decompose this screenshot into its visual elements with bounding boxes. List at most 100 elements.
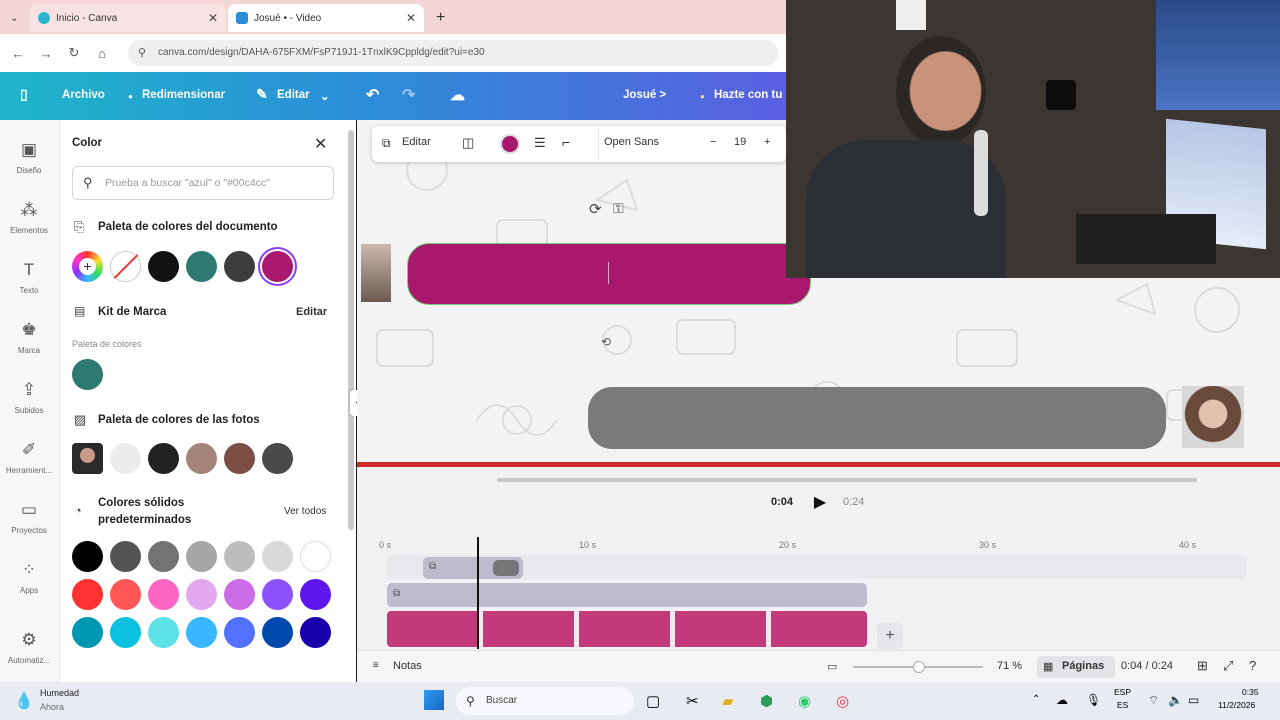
close-icon[interactable]: ✕ (314, 134, 327, 154)
redimensionar-button[interactable]: Redimensionar (142, 89, 225, 101)
solid-color-swatch[interactable] (110, 617, 141, 648)
sidebar-item-elementos[interactable]: ⁂ Elementos (0, 200, 58, 235)
undo-icon[interactable]: ↶ (366, 85, 379, 105)
grid-view-icon[interactable]: ⊞ (1197, 658, 1208, 674)
solid-color-swatch[interactable] (224, 579, 255, 610)
add-page-button[interactable]: + (877, 623, 903, 649)
corner-radius-icon[interactable]: ⌐ (562, 134, 570, 150)
cloud-sync-icon[interactable]: ☁ (450, 86, 465, 104)
solid-color-swatch[interactable] (72, 579, 103, 610)
sidebar-item-apps[interactable]: ⁘ Apps (0, 560, 58, 595)
transparent-swatch[interactable] (110, 251, 141, 282)
sidebar-toggle-icon[interactable]: ▯ (20, 86, 28, 103)
lock-icon[interactable]: ⚿ (613, 200, 624, 217)
background-clip[interactable]: ⧉ (387, 583, 867, 607)
avatar-left[interactable] (361, 244, 391, 302)
capcut-icon[interactable]: ✂ (686, 692, 699, 710)
sidebar-item-subidos[interactable]: ⇪ Subidos (0, 380, 58, 415)
brand-color-swatch[interactable] (72, 359, 103, 390)
language-indicator[interactable]: ESP (1114, 687, 1131, 697)
pink-message-bubble[interactable] (407, 243, 811, 305)
sidebar-item-marca[interactable]: ♚ Marca (0, 320, 58, 355)
chevron-up-icon[interactable]: ⌃ (1032, 694, 1040, 705)
flip-icon[interactable]: ◫ (462, 135, 474, 151)
font-size-decrease[interactable]: − (710, 136, 716, 148)
solid-color-swatch[interactable] (224, 617, 255, 648)
file-explorer-icon[interactable]: ▰ (722, 692, 734, 710)
solid-color-swatch[interactable] (262, 579, 293, 610)
panel-scrollbar[interactable] (348, 130, 354, 530)
solid-color-swatch[interactable] (72, 541, 103, 572)
upgrade-button[interactable]: Hazte con tu (714, 89, 782, 101)
home-icon[interactable]: ⌂ (88, 46, 116, 61)
solid-color-swatch[interactable] (148, 617, 179, 648)
tab-video[interactable]: Josué • - Video ✕ (228, 4, 424, 32)
back-icon[interactable]: ← (4, 46, 32, 61)
taskbar-search[interactable] (456, 687, 634, 715)
fit-icon[interactable]: ▭ (827, 660, 837, 673)
sidebar-item-automatizacion[interactable]: ⚙ Automatiz... (0, 630, 58, 665)
toolbar-edit-button[interactable]: Editar (402, 136, 431, 148)
photo-color-swatch[interactable] (186, 443, 217, 474)
color-swatch[interactable] (148, 251, 179, 282)
weather-title[interactable]: Humedad (40, 688, 79, 698)
play-button[interactable]: ▶ (807, 490, 833, 516)
add-color-button[interactable]: + (72, 251, 103, 282)
volume-icon[interactable]: 🔈 (1168, 693, 1183, 707)
font-size-input[interactable]: 19 (734, 136, 746, 148)
solid-color-swatch[interactable] (148, 541, 179, 572)
close-icon[interactable]: ✕ (406, 11, 416, 25)
help-icon[interactable]: ? (1249, 658, 1256, 673)
avatar-right[interactable] (1182, 386, 1244, 448)
sidebar-item-herramientas[interactable]: ✐ Herramient... (0, 440, 58, 475)
color-search-input[interactable]: ⚲ Prueba a buscar "azul" o "#00c4cc" (72, 166, 334, 200)
editar-mode-button[interactable]: Editar (277, 89, 310, 101)
font-size-increase[interactable]: + (764, 136, 770, 148)
text-clip[interactable]: ⧉ (423, 557, 523, 579)
solid-color-swatch[interactable] (110, 541, 141, 572)
tab-inicio[interactable]: Inicio - Canva ✕ (30, 4, 226, 32)
solid-color-swatch[interactable] (300, 541, 331, 572)
rotate-icon[interactable]: ⟳ (589, 200, 602, 218)
sidebar-item-diseno[interactable]: ▣ Diseño (0, 140, 58, 175)
new-tab-button[interactable]: + (428, 4, 454, 32)
solid-color-swatch[interactable] (262, 541, 293, 572)
chevron-down-icon[interactable]: ⌄ (320, 89, 330, 103)
border-style-icon[interactable]: ☰ (534, 135, 546, 151)
video-pages-strip[interactable] (387, 611, 867, 647)
clock-time[interactable]: 0:35 (1242, 687, 1259, 697)
task-view-icon[interactable]: ▢ (646, 692, 660, 710)
playhead[interactable] (477, 537, 479, 649)
mic-icon[interactable]: 🎙 (1086, 693, 1101, 707)
color-swatch[interactable] (262, 251, 293, 282)
photo-color-swatch[interactable] (148, 443, 179, 474)
design-title[interactable]: Josué > (623, 89, 666, 101)
fill-color-swatch[interactable] (500, 134, 520, 154)
sidebar-item-proyectos[interactable]: ▭ Proyectos (0, 500, 58, 535)
url-field[interactable]: ⚲ canva.com/design/DAHA-675FXM/FsP719J1-… (128, 40, 778, 66)
color-swatch[interactable] (186, 251, 217, 282)
brand-kit-edit-button[interactable]: Editar (296, 306, 327, 318)
rotate-handle-icon[interactable]: ⟲ (601, 335, 611, 349)
chrome-icon[interactable]: ◎ (836, 692, 849, 710)
photo-color-swatch[interactable] (224, 443, 255, 474)
wifi-icon[interactable]: ⌔ (1148, 693, 1159, 708)
reload-icon[interactable]: ↻ (60, 45, 88, 61)
pages-button[interactable]: Páginas (1062, 660, 1104, 672)
fullscreen-icon[interactable]: ⤢ (1223, 658, 1233, 674)
solid-color-swatch[interactable] (300, 579, 331, 610)
font-family-select[interactable]: Open Sans (604, 136, 659, 148)
solid-color-swatch[interactable] (148, 579, 179, 610)
solid-color-swatch[interactable] (186, 541, 217, 572)
solid-color-swatch[interactable] (72, 617, 103, 648)
whatsapp-icon[interactable]: ◉ (798, 692, 811, 710)
photo-color-swatch[interactable] (262, 443, 293, 474)
zoom-level[interactable]: 71 % (997, 660, 1022, 672)
solid-color-swatch[interactable] (224, 541, 255, 572)
solid-color-swatch[interactable] (262, 617, 293, 648)
solid-color-swatch[interactable] (110, 579, 141, 610)
close-icon[interactable]: ✕ (208, 11, 218, 25)
see-all-link[interactable]: Ver todos (284, 506, 326, 517)
photo-thumbnail[interactable] (72, 443, 103, 474)
zoom-slider-thumb[interactable] (913, 661, 925, 673)
